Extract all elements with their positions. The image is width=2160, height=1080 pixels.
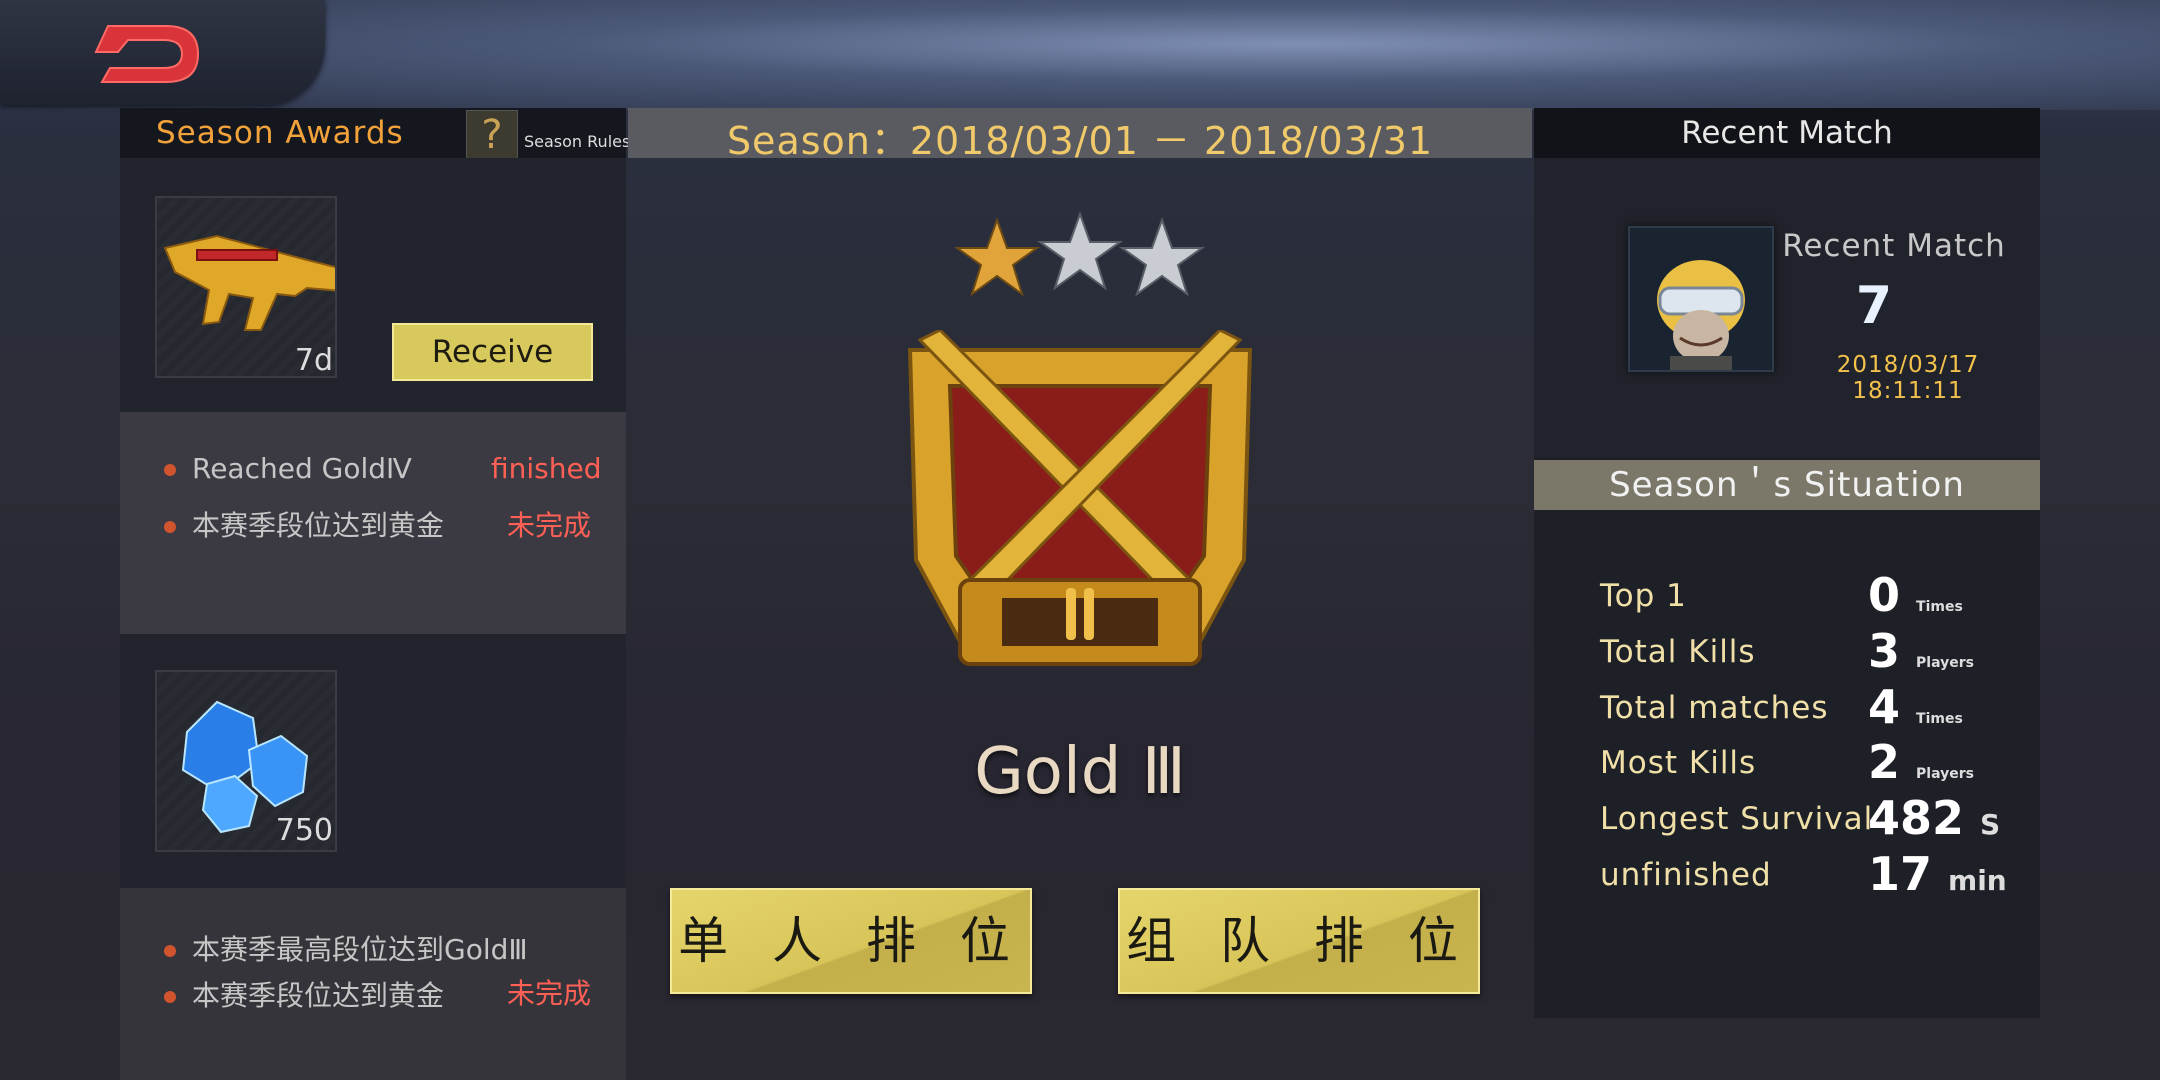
bullet-icon [164,464,176,476]
reward-item-1: 7d [155,196,357,378]
season-rules-label[interactable]: Season Rules [524,132,630,151]
receive-button[interactable]: Receive [392,323,593,381]
player-avatar[interactable] [1628,226,1774,372]
rank-stars [955,211,1205,297]
star-icon [955,217,1041,297]
stat-value: 4 Times [1868,680,1963,734]
stat-value: 482 S [1868,791,2001,845]
requirement-text: 本赛季最高段位达到GoldⅢ [192,933,528,966]
star-icon [1036,211,1124,291]
stat-label: Top 1 [1600,578,1687,614]
requirement-status: 未完成 [507,977,592,1010]
requirement-text: Reached GoldⅣ [192,452,412,485]
requirement-row: Reached GoldⅣ [164,452,412,485]
back-tab[interactable] [0,0,325,105]
requirement-text: 本赛季段位达到黄金 [192,509,445,542]
help-icon[interactable]: ? [466,110,518,160]
reward-1-qty: 7d [294,343,333,378]
rank-name: Gold Ⅲ [974,735,1186,809]
stat-label: Total Kills [1600,634,1756,670]
season-awards-title: Season Awards [156,115,404,151]
bullet-icon [164,945,176,957]
bullet-icon [164,521,176,533]
recent-match-time: 2018/03/17 18:11:11 [1836,352,1980,404]
recent-match-rank: 7 [1855,276,1893,336]
stat-value: 2 Players [1868,735,1974,789]
requirement-row: 本赛季段位达到黄金 [164,974,444,1014]
team-rank-button[interactable]: 组 队 排 位 [1118,888,1480,994]
gold-rank-badge-icon [907,330,1253,666]
stat-label: Most Kills [1600,745,1757,781]
soldier-avatar-icon [1630,228,1772,370]
requirement-text: 本赛季段位达到黄金 [192,979,445,1012]
back-arrow-icon[interactable] [88,18,203,90]
reward-item-2: 750 [155,670,337,852]
requirement-row: 本赛季最高段位达到GoldⅢ [164,928,528,968]
season-dates: Season：2018/03/01 － 2018/03/31 [726,119,1434,163]
stat-value: 0 Times [1868,568,1963,622]
requirement-row: 本赛季段位达到黄金 [164,504,444,544]
star-icon [1118,217,1205,297]
stat-value: 3 Players [1868,624,1974,678]
recent-match-header: Recent Match [1534,108,2040,158]
stat-label: Total matches [1600,690,1829,726]
requirement-status: 未完成 [507,509,592,542]
stat-label: unfinished [1600,857,1772,893]
stat-value: 17 min [1868,847,2007,901]
bullet-icon [164,991,176,1003]
solo-rank-button[interactable]: 单 人 排 位 [670,888,1032,994]
season-situation-header: Season＇s Situation [1534,460,2040,510]
stat-label: Longest Survival [1600,801,1874,837]
reward-2-qty: 750 [275,813,333,848]
requirement-status: finished [491,452,602,485]
recent-match-title: Recent Match [1782,228,2006,264]
